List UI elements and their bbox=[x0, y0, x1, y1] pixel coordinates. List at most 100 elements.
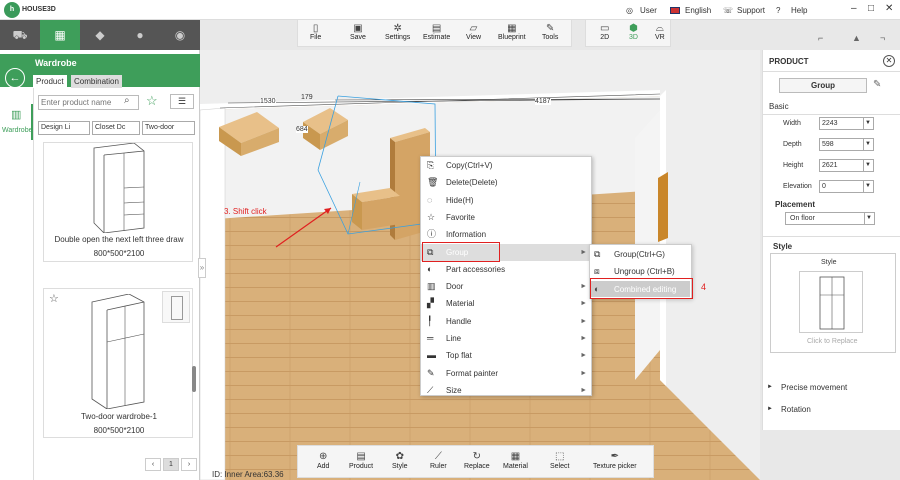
style-thumbnail[interactable] bbox=[799, 271, 863, 333]
rotation-toggle[interactable]: Rotation bbox=[781, 405, 811, 414]
context-menu-item[interactable]: ═ Line ► bbox=[421, 330, 591, 347]
style-button[interactable]: ✿ Style bbox=[392, 451, 408, 470]
dimension-label: 179 bbox=[301, 94, 313, 101]
arrow-up-icon[interactable]: ▲ bbox=[852, 33, 861, 43]
context-menu-item[interactable]: ▥ Door ► bbox=[421, 278, 591, 295]
help-link[interactable]: Help bbox=[791, 6, 807, 15]
search-icon[interactable]: ⌕ bbox=[124, 95, 130, 106]
blueprint-icon: ▦ bbox=[507, 23, 517, 34]
replace-link[interactable]: Click to Replace bbox=[807, 338, 858, 345]
tab-combination[interactable]: Combination bbox=[71, 75, 122, 88]
context-menu-item[interactable]: ⎘ Copy(Ctrl+V) bbox=[421, 157, 591, 174]
context-menu-item[interactable]: ╿ Handle ► bbox=[421, 313, 591, 330]
submenu-ungroup[interactable]: Ungroup (Ctrl+B) bbox=[614, 267, 675, 276]
width-label: Width bbox=[783, 120, 801, 127]
person-icon[interactable]: ● bbox=[120, 20, 160, 50]
placement-heading: Placement bbox=[775, 200, 816, 209]
height-label: Height bbox=[783, 162, 804, 169]
ruler-icon: ⟋ bbox=[434, 451, 442, 462]
language-link[interactable]: English bbox=[685, 6, 711, 15]
rotate-right-icon[interactable]: ¬ bbox=[880, 33, 885, 43]
context-menu-item[interactable]: ▞ Material ► bbox=[421, 295, 591, 312]
file-button[interactable]: ▯ File bbox=[310, 23, 321, 41]
support-link[interactable]: Support bbox=[737, 6, 765, 15]
save-button[interactable]: ▣ Save bbox=[350, 23, 366, 41]
scrollbar-thumb[interactable] bbox=[192, 366, 196, 392]
replace-icon: ↻ bbox=[472, 451, 482, 462]
filter-icon[interactable]: ☰ bbox=[170, 94, 194, 109]
placement-select[interactable]: On floor ▼ bbox=[785, 212, 875, 225]
page-number[interactable]: 1 bbox=[163, 458, 179, 471]
filter-door-select[interactable]: Two-door bbox=[142, 121, 195, 135]
context-menu-item[interactable]: ☆ Favorite bbox=[421, 209, 591, 226]
divider bbox=[763, 114, 900, 115]
plus-icon: ⊕ bbox=[319, 451, 328, 462]
view-2d-button[interactable]: ▭ 2D bbox=[600, 23, 609, 41]
submenu-group[interactable]: Group(Ctrl+G) bbox=[614, 250, 665, 259]
estimate-button[interactable]: ▤ Estimate bbox=[423, 23, 450, 41]
context-menu-item[interactable]: 🗑 Delete(Delete) bbox=[421, 174, 591, 191]
texture-picker-button[interactable]: ✒ Texture picker bbox=[593, 451, 637, 470]
ruler-button[interactable]: ⟋ Ruler bbox=[430, 451, 447, 470]
view-button[interactable]: ▱ View bbox=[466, 23, 481, 41]
depth-input[interactable]: 598 ▼ bbox=[819, 138, 874, 151]
next-page-button[interactable]: › bbox=[181, 458, 197, 471]
view-vr-button[interactable]: ⌓ VR bbox=[655, 23, 665, 41]
context-menu-label: Top flat bbox=[446, 351, 472, 361]
context-menu-item[interactable]: ▬ Top flat ► bbox=[421, 347, 591, 364]
sidebar-item-wardrobe[interactable]: ▥ Wardrobe bbox=[0, 104, 33, 140]
style-label: Style bbox=[821, 259, 837, 266]
collapse-panel-button[interactable]: » bbox=[198, 258, 206, 278]
select-button[interactable]: ⬚ Select bbox=[550, 451, 569, 470]
wardrobe-thumbnail bbox=[91, 294, 145, 409]
material-button[interactable]: ▦ Material bbox=[503, 451, 528, 470]
blueprint-button[interactable]: ▦ Blueprint bbox=[498, 23, 526, 41]
context-menu-item[interactable]: ◌ Hide(H) bbox=[421, 192, 591, 209]
add-button[interactable]: ⊕ Add bbox=[317, 451, 329, 470]
context-menu-item[interactable]: ⟋ Size ► bbox=[421, 382, 591, 399]
product-card[interactable]: Double open the next left three draw 800… bbox=[43, 142, 193, 262]
star-icon[interactable]: ☆ bbox=[146, 93, 158, 109]
view-3d-button[interactable]: ⬢ 3D bbox=[629, 23, 638, 41]
filter-design-select[interactable]: Design Li bbox=[38, 121, 90, 135]
edit-icon[interactable]: ✎ bbox=[873, 79, 881, 90]
context-menu-label: Part accessories bbox=[446, 264, 506, 274]
group-name-field[interactable]: Group bbox=[779, 78, 867, 93]
close-window-icon[interactable]: ✕ bbox=[885, 3, 893, 14]
context-menu-item[interactable]: ◐ Part accessories bbox=[421, 261, 591, 278]
style-box: Style Click to Replace bbox=[770, 253, 896, 353]
area-readout: ID: Inner Area:63.36 bbox=[212, 470, 284, 479]
maximize-icon[interactable]: □ bbox=[868, 3, 874, 14]
file-icon: ▯ bbox=[312, 23, 319, 34]
sidebar-item-label: Wardrobe bbox=[2, 127, 33, 134]
rotate-icon[interactable]: ⌐ bbox=[818, 33, 823, 43]
prev-page-button[interactable]: ‹ bbox=[145, 458, 161, 471]
context-menu-item[interactable]: ⓘ Information bbox=[421, 226, 591, 243]
context-menu-label: Copy(Ctrl+V) bbox=[446, 161, 493, 170]
user-link[interactable]: User bbox=[640, 6, 657, 15]
width-input[interactable]: 2243 ▼ bbox=[819, 117, 874, 130]
minimize-icon[interactable]: – bbox=[851, 3, 857, 14]
filter-closet-select[interactable]: Closet Dc bbox=[92, 121, 140, 135]
wardrobe-icon: ▥ bbox=[11, 109, 22, 121]
product-button[interactable]: ▤ Product bbox=[349, 451, 373, 470]
thumbnail-mini[interactable] bbox=[162, 291, 190, 323]
tools-button[interactable]: ✎ Tools bbox=[542, 23, 558, 41]
tag-icon[interactable]: ◆ bbox=[80, 20, 120, 50]
favorite-star-icon[interactable]: ☆ bbox=[49, 292, 59, 305]
chevron-right-icon: ► bbox=[580, 283, 587, 291]
replace-button[interactable]: ↻ Replace bbox=[464, 451, 490, 470]
sofa-icon[interactable]: ⛟ bbox=[0, 20, 40, 50]
elevation-input[interactable]: 0 ▼ bbox=[819, 180, 874, 193]
height-input[interactable]: 2621 ▼ bbox=[819, 159, 874, 172]
chevron-right-icon: ► bbox=[580, 248, 587, 256]
back-button[interactable]: ← bbox=[5, 68, 25, 88]
search-icon[interactable]: ◉ bbox=[160, 20, 200, 50]
product-card[interactable]: ☆ Two-door wardrobe-1 800*500*2100 bbox=[43, 288, 193, 438]
close-icon[interactable]: ✕ bbox=[883, 55, 895, 67]
wardrobe-icon[interactable]: ▦ bbox=[40, 20, 80, 50]
precise-movement-toggle[interactable]: Precise movement bbox=[781, 383, 847, 392]
context-menu-item[interactable]: ✎ Format painter ► bbox=[421, 365, 591, 382]
tab-product[interactable]: Product bbox=[33, 75, 67, 88]
settings-button[interactable]: ✲ Settings bbox=[385, 23, 410, 41]
